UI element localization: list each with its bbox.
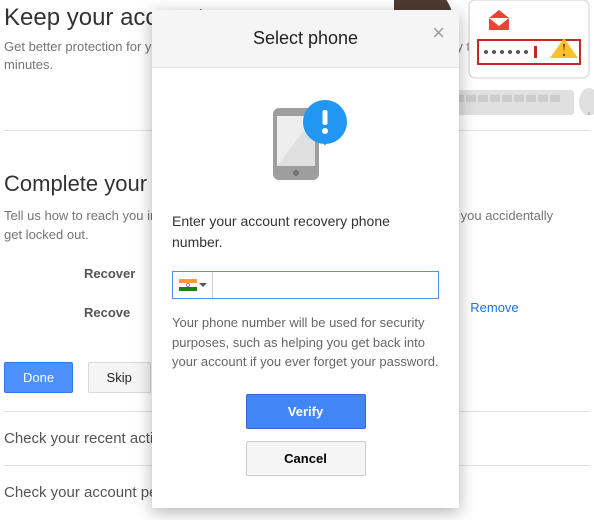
modal-prompt: Enter your account recovery phone number… (172, 211, 439, 253)
recovery-row-2: Recove (84, 305, 130, 320)
done-button[interactable]: Done (4, 362, 73, 393)
flag-icon (179, 279, 197, 291)
remove-link[interactable]: Remove (470, 300, 518, 315)
phone-input-group (172, 271, 439, 299)
close-icon[interactable]: × (432, 22, 445, 44)
cancel-button[interactable]: Cancel (246, 441, 366, 476)
recovery-row-1: Recover (84, 266, 135, 281)
modal-header: Select phone × (152, 10, 459, 68)
phone-input[interactable] (213, 272, 438, 298)
phone-alert-illustration (172, 98, 439, 187)
select-phone-modal: Select phone × Enter your account recove… (152, 10, 459, 508)
modal-hint: Your phone number will be used for secur… (172, 313, 439, 372)
country-select[interactable] (173, 272, 213, 298)
verify-button[interactable]: Verify (246, 394, 366, 429)
skip-button[interactable]: Skip (88, 362, 151, 393)
modal-title: Select phone (253, 28, 358, 48)
chevron-down-icon (199, 283, 207, 287)
